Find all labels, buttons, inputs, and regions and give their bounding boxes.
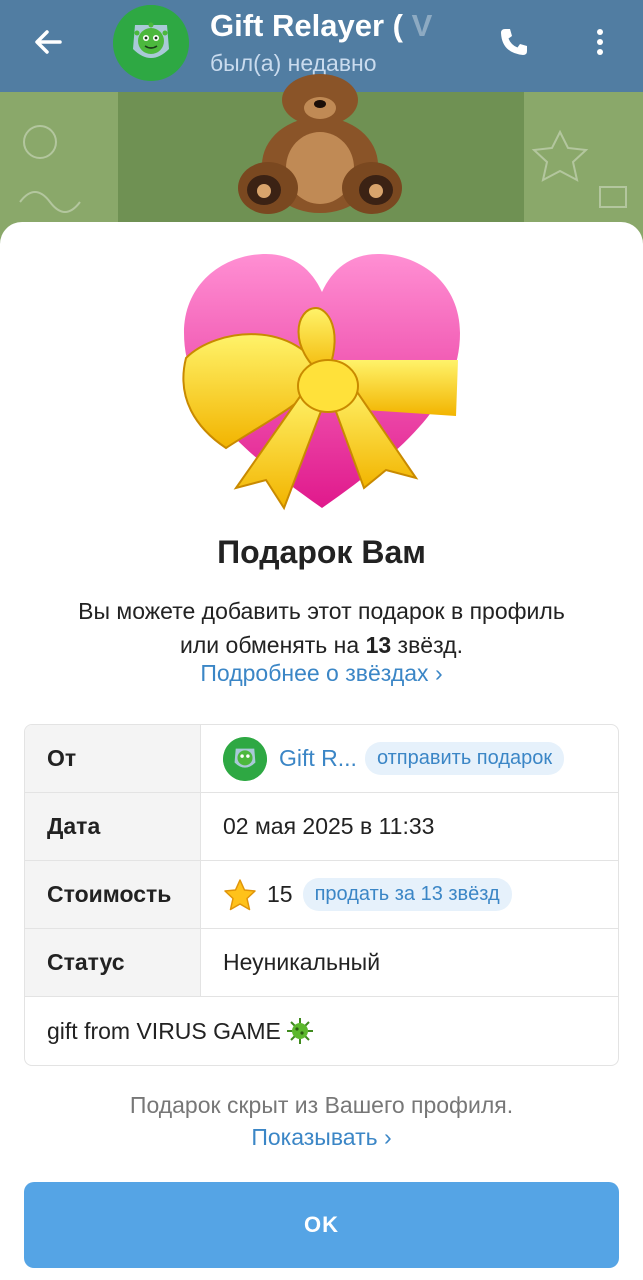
heart-gift-icon xyxy=(182,254,460,511)
comment-text: gift from VIRUS GAME xyxy=(47,1017,281,1044)
more-vertical-icon[interactable] xyxy=(585,24,615,60)
sell-gift-button[interactable]: продать за 13 звёзд xyxy=(302,878,512,911)
cost-value: 15 продать за 13 звёзд xyxy=(201,861,618,928)
sender-avatar[interactable] xyxy=(223,736,267,781)
avatar[interactable] xyxy=(113,5,189,81)
date-label: Дата xyxy=(25,793,201,860)
table-row-date: Дата 02 мая 2025 в 11:33 xyxy=(25,793,618,861)
teddy-bear-sticker[interactable] xyxy=(228,70,413,220)
send-gift-button[interactable]: отправить подарок xyxy=(364,742,565,775)
phone-icon[interactable] xyxy=(496,24,532,60)
ok-button[interactable]: OK xyxy=(24,1182,619,1268)
table-row-comment: gift from VIRUS GAME xyxy=(25,997,618,1065)
price-value: 15 xyxy=(267,881,293,907)
arrow-back-icon[interactable] xyxy=(30,24,66,60)
gift-sheet: Подарок Вам Вы можете добавить этот пода… xyxy=(0,222,643,1280)
from-value: Gift R... отправить подарок xyxy=(201,725,618,792)
virus-icon xyxy=(286,1018,313,1044)
stars-info-link[interactable]: Подробнее о звёздах › xyxy=(0,660,643,687)
date-value: 02 мая 2025 в 11:33 xyxy=(223,813,435,839)
show-in-profile-link[interactable]: Показывать › xyxy=(0,1124,643,1151)
virus-avatar-icon xyxy=(113,5,189,81)
from-label: От xyxy=(25,725,201,792)
table-row-status: Статус Неуникальный xyxy=(25,929,618,997)
table-row-from: От Gift R... отправить подарок xyxy=(25,725,618,793)
gift-title: Подарок Вам xyxy=(217,534,426,570)
sender-name[interactable]: Gift R... xyxy=(279,745,357,772)
virus-avatar-icon xyxy=(223,736,267,781)
status-value: Неуникальный xyxy=(223,949,381,975)
gift-details-table: От Gift R... отправить подарок Дата 02 м… xyxy=(24,724,619,1066)
table-row-cost: Стоимость 15 продать за 13 звёзд xyxy=(25,861,618,929)
star-icon xyxy=(224,878,256,910)
chat-title[interactable]: Gift Relayer ( V xyxy=(210,8,480,44)
gift-comment: gift from VIRUS GAME xyxy=(25,997,618,1065)
cost-label: Стоимость xyxy=(25,861,201,928)
status-label: Статус xyxy=(25,929,201,996)
hidden-note: Подарок скрыт из Вашего профиля. xyxy=(129,1092,514,1118)
gift-description: Вы можете добавить этот подарок в профил… xyxy=(78,598,565,658)
